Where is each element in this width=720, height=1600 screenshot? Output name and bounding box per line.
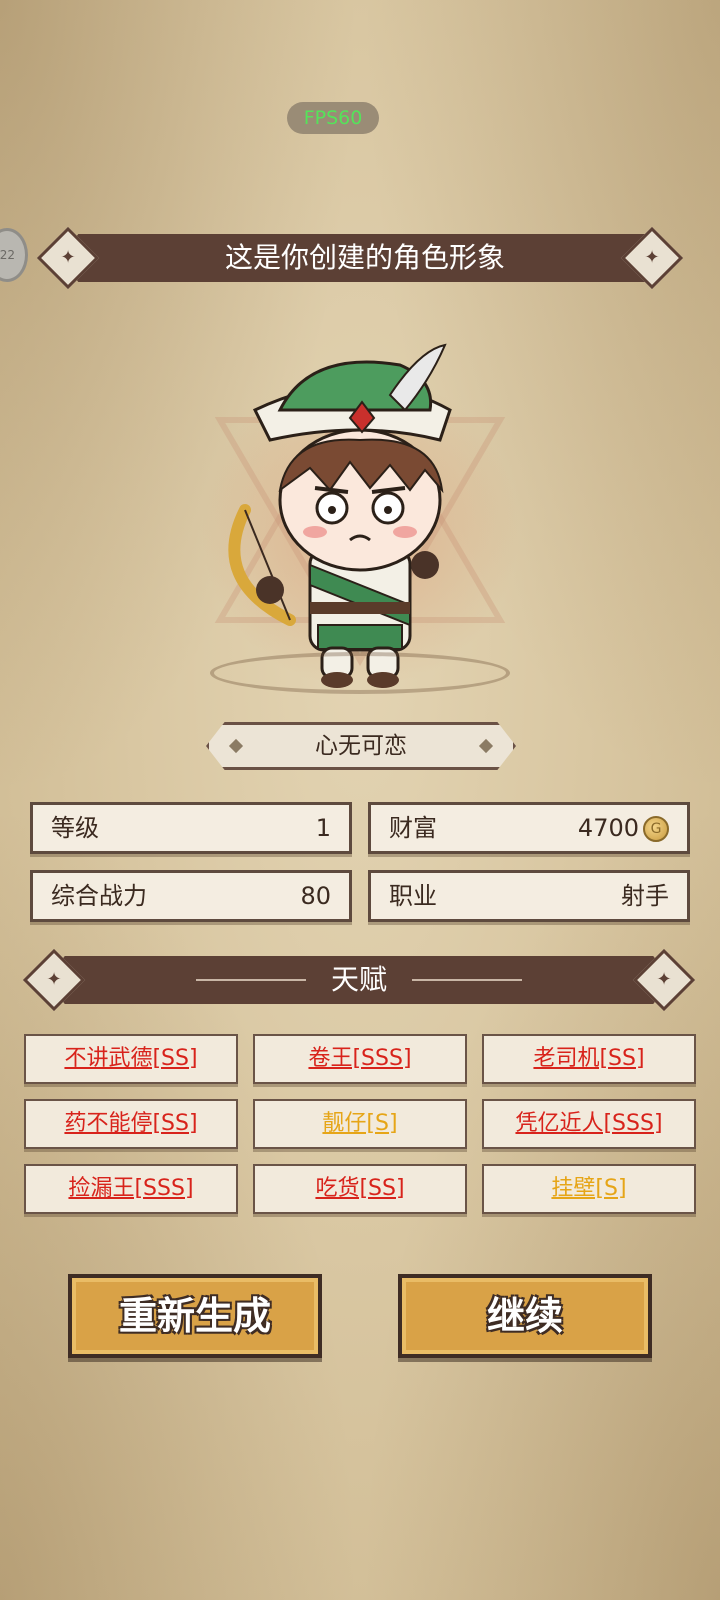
stat-power-value: 80 [300,882,331,910]
banner-line-right [412,979,522,981]
talent-item[interactable]: 不讲武德[SS] [24,1034,238,1084]
talent-item[interactable]: 卷王[SSS] [253,1034,467,1084]
talent-item[interactable]: 凭亿近人[SSS] [482,1099,696,1149]
stat-wealth-value-wrap: 4700 G [578,805,669,851]
stat-class-value: 射手 [621,882,669,910]
stat-level: 等级 1 [30,802,352,854]
side-avatar-badge[interactable]: 22 [0,228,28,282]
character-name-tag: 心无可恋 [206,722,516,770]
stat-level-value: 1 [315,814,331,842]
banner-line-left [196,979,306,981]
diamond-left-icon [228,738,244,754]
talent-item[interactable]: 吃货[SS] [253,1164,467,1214]
stat-wealth: 财富 4700 G [368,802,690,854]
diamond-right-icon [478,738,494,754]
continue-button[interactable]: 继续 [398,1274,652,1358]
talent-item[interactable]: 捡漏王[SSS] [24,1164,238,1214]
stat-power: 综合战力 80 [30,870,352,922]
talent-item[interactable]: 挂壁[S] [482,1164,696,1214]
talent-item[interactable]: 老司机[SS] [482,1034,696,1084]
page-title: 这是你创建的角色形象 [224,241,505,274]
fps-counter: FPS60 [287,102,379,134]
coin-icon: G [643,816,669,842]
talent-banner: 天赋 [46,956,672,1004]
stat-power-label: 综合战力 [51,882,147,910]
stat-level-label: 等级 [51,814,99,842]
title-banner: 这是你创建的角色形象 [60,234,670,282]
talent-item[interactable]: 靓仔[S] [253,1099,467,1149]
stat-wealth-label: 财富 [389,814,437,842]
stat-class-label: 职业 [389,882,437,910]
portrait-ground-ring [210,652,510,694]
stat-class: 职业 射手 [368,870,690,922]
talent-title: 天赋 [330,963,387,996]
stat-wealth-value: 4700 [577,814,639,842]
regenerate-button[interactable]: 重新生成 [68,1274,322,1358]
talent-item[interactable]: 药不能停[SS] [24,1099,238,1149]
character-portrait [170,340,550,710]
character-name: 心无可恋 [315,733,407,759]
